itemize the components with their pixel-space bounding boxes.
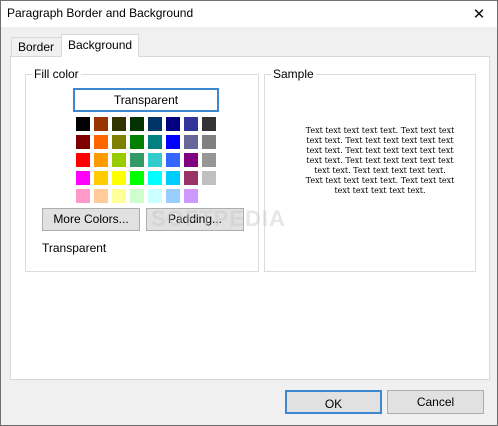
fill-color-value: Transparent [42, 241, 107, 255]
color-swatch[interactable] [148, 153, 162, 167]
color-swatch[interactable] [148, 189, 162, 203]
tab-background[interactable]: Background [61, 34, 139, 57]
color-swatch[interactable] [76, 153, 90, 167]
color-swatch[interactable] [148, 135, 162, 149]
color-swatch[interactable] [166, 117, 180, 131]
sample-preview-text: Text text text text text. Text text text… [305, 126, 455, 195]
watermark: SOFTPEDIA [151, 206, 286, 231]
color-swatch[interactable] [94, 189, 108, 203]
color-swatch[interactable] [94, 153, 108, 167]
color-swatch[interactable] [112, 171, 126, 185]
color-swatch[interactable] [130, 171, 144, 185]
color-swatch[interactable] [166, 135, 180, 149]
color-swatch[interactable] [130, 189, 144, 203]
sample-label: Sample [271, 67, 316, 81]
color-swatch[interactable] [202, 171, 216, 185]
transparent-button[interactable]: Transparent [73, 88, 219, 112]
color-swatch[interactable] [148, 171, 162, 185]
color-swatch[interactable] [94, 117, 108, 131]
ok-button[interactable]: OK [285, 390, 382, 414]
title-bar: Paragraph Border and Background ✕ [1, 1, 497, 27]
color-swatch[interactable] [76, 117, 90, 131]
color-swatch[interactable] [94, 171, 108, 185]
color-swatch[interactable] [148, 117, 162, 131]
color-swatch[interactable] [76, 189, 90, 203]
color-swatch[interactable] [112, 135, 126, 149]
close-icon[interactable]: ✕ [461, 1, 497, 27]
color-swatch[interactable] [112, 153, 126, 167]
color-swatch[interactable] [112, 117, 126, 131]
color-swatch[interactable] [166, 189, 180, 203]
color-swatch[interactable] [76, 171, 90, 185]
color-swatch[interactable] [94, 135, 108, 149]
color-swatch[interactable] [130, 135, 144, 149]
more-colors-button[interactable]: More Colors... [42, 208, 140, 231]
color-swatch[interactable] [76, 135, 90, 149]
color-swatch[interactable] [130, 153, 144, 167]
tab-border[interactable]: Border [11, 37, 63, 57]
color-swatch[interactable] [202, 117, 216, 131]
color-swatch[interactable] [202, 135, 216, 149]
dialog-window: Paragraph Border and Background ✕ Border… [0, 0, 498, 426]
color-swatch[interactable] [130, 117, 144, 131]
sample-group: Sample Text text text text text. Text te… [264, 67, 476, 272]
color-swatch[interactable] [184, 135, 198, 149]
color-swatch[interactable] [184, 171, 198, 185]
color-swatch[interactable] [184, 153, 198, 167]
color-swatch[interactable] [202, 153, 216, 167]
fill-color-group: Fill color Transparent More Colors... Pa… [25, 67, 259, 272]
cancel-button[interactable]: Cancel [387, 390, 484, 414]
fill-color-label: Fill color [32, 67, 81, 81]
color-swatch[interactable] [184, 189, 198, 203]
color-swatch[interactable] [166, 171, 180, 185]
window-title: Paragraph Border and Background [7, 6, 194, 20]
color-swatch[interactable] [166, 153, 180, 167]
color-swatch[interactable] [112, 189, 126, 203]
color-swatch[interactable] [184, 117, 198, 131]
